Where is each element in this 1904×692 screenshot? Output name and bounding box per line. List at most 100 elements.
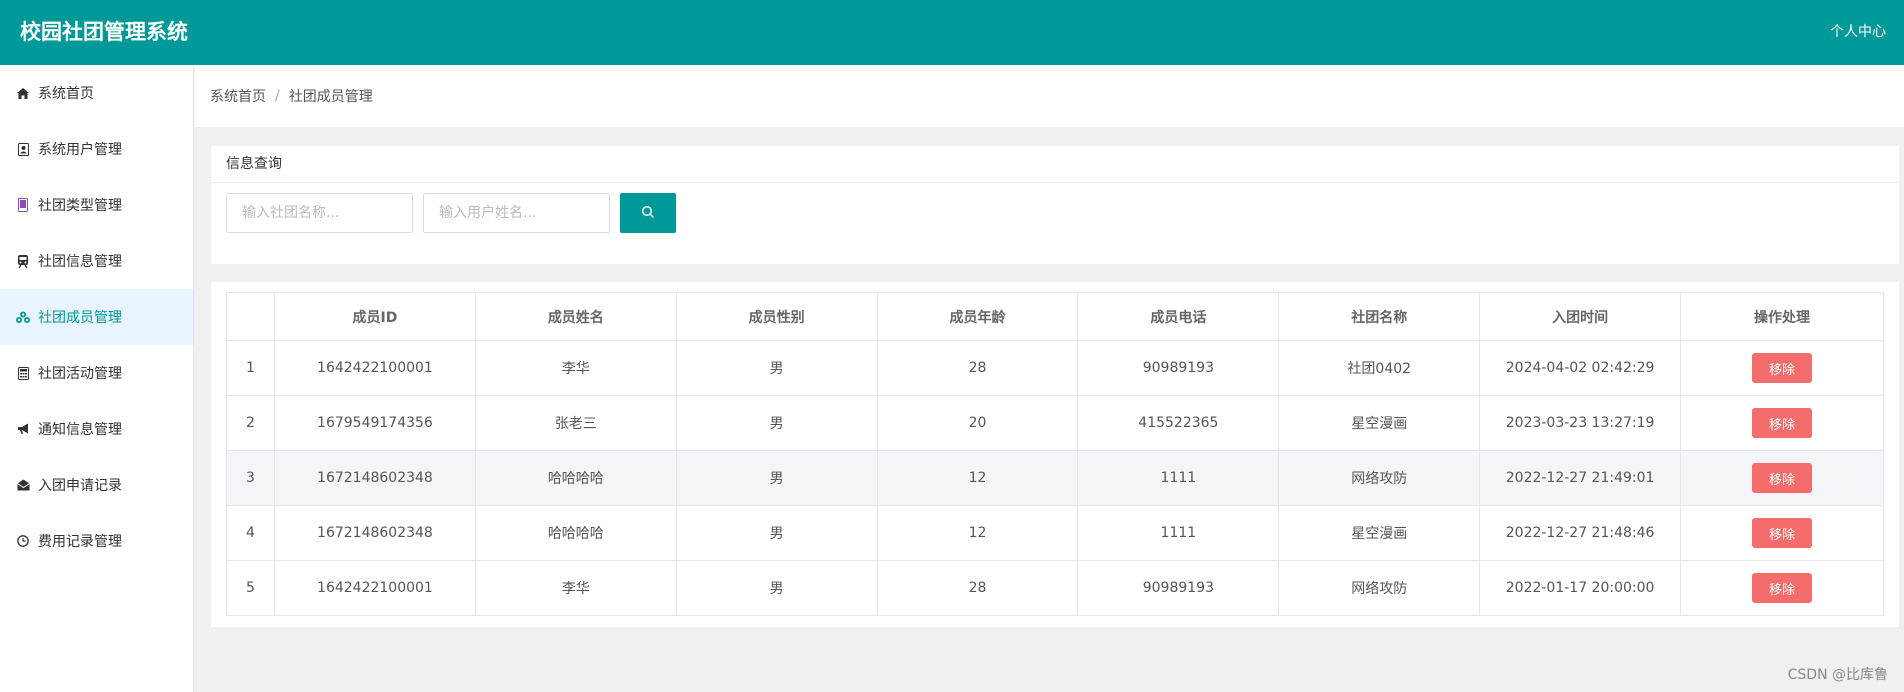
query-title: 信息查询 [211, 146, 1899, 183]
cell-index: 2 [226, 395, 275, 451]
cell-member-name: 李华 [474, 340, 677, 396]
cell-index: 1 [226, 340, 275, 396]
cell-age: 28 [876, 340, 1079, 396]
cell-join-time: 2022-12-27 21:48:46 [1479, 505, 1682, 561]
remove-button[interactable]: 移除 [1752, 353, 1813, 383]
table-row: 1 1642422100001 李华 男 28 90989193 社团0402 … [226, 340, 1884, 396]
remove-button[interactable]: 移除 [1752, 463, 1813, 493]
cell-club-name: 星空漫画 [1278, 395, 1481, 451]
calculator-icon [14, 366, 32, 380]
sidebar-item-label: 系统用户管理 [38, 142, 122, 158]
sidebar-item-users[interactable]: 系统用户管理 [0, 121, 193, 177]
sidebar-item-applications[interactable]: 入团申请记录 [0, 457, 193, 513]
col-header-index [226, 292, 275, 341]
cell-join-time: 2024-04-02 02:42:29 [1479, 340, 1682, 396]
cell-phone: 90989193 [1077, 340, 1280, 396]
top-header: 校园社团管理系统 个人中心 [0, 0, 1904, 65]
col-header-actions: 操作处理 [1680, 292, 1884, 341]
query-form [226, 193, 676, 233]
cell-member-id: 1642422100001 [273, 560, 476, 616]
cell-member-name: 李华 [474, 560, 677, 616]
table-row: 2 1679549174356 张老三 男 20 415522365 星空漫画 … [226, 395, 1884, 451]
home-icon [14, 86, 32, 100]
remove-button[interactable]: 移除 [1752, 518, 1813, 548]
cell-index: 3 [226, 450, 275, 506]
search-button[interactable] [620, 193, 676, 233]
user-center-link[interactable]: 个人中心 [1830, 0, 1886, 65]
sidebar-item-club-info[interactable]: 社团信息管理 [0, 233, 193, 289]
breadcrumb: 系统首页 / 社团成员管理 [195, 65, 1904, 127]
cell-gender: 男 [675, 340, 878, 396]
cell-actions: 移除 [1680, 395, 1884, 451]
envelope-open-icon [14, 478, 32, 492]
cell-actions: 移除 [1680, 340, 1884, 396]
table-row: 4 1672148602348 哈哈哈哈 男 12 1111 星空漫画 2022… [226, 505, 1884, 561]
cell-member-name: 哈哈哈哈 [474, 505, 677, 561]
table-header-row: 成员ID 成员姓名 成员性别 成员年龄 成员电话 社团名称 入团时间 操作处理 [226, 292, 1884, 341]
table-row: 3 1672148602348 哈哈哈哈 男 12 1111 网络攻防 2022… [226, 450, 1884, 506]
cubes-icon [14, 310, 32, 324]
sidebar-item-members[interactable]: 社团成员管理 [0, 289, 193, 345]
cell-club-name: 网络攻防 [1278, 450, 1481, 506]
train-icon [14, 254, 32, 268]
cell-phone: 1111 [1077, 505, 1280, 561]
cell-join-time: 2023-03-23 13:27:19 [1479, 395, 1682, 451]
col-header-gender: 成员性别 [675, 292, 878, 341]
cell-age: 12 [876, 450, 1079, 506]
query-card: 信息查询 [211, 146, 1899, 264]
cell-member-id: 1672148602348 [273, 505, 476, 561]
club-name-input[interactable] [226, 193, 413, 233]
table-card: 成员ID 成员姓名 成员性别 成员年龄 成员电话 社团名称 入团时间 操作处理 … [211, 282, 1899, 627]
sidebar-item-label: 社团活动管理 [38, 366, 122, 382]
col-header-phone: 成员电话 [1077, 292, 1280, 341]
app-title: 校园社团管理系统 [20, 20, 188, 44]
members-table: 成员ID 成员姓名 成员性别 成员年龄 成员电话 社团名称 入团时间 操作处理 … [226, 292, 1884, 616]
cell-phone: 415522365 [1077, 395, 1280, 451]
cell-member-id: 1672148602348 [273, 450, 476, 506]
breadcrumb-home[interactable]: 系统首页 [210, 86, 266, 106]
sidebar-item-label: 社团成员管理 [38, 310, 122, 326]
cell-club-name: 星空漫画 [1278, 505, 1481, 561]
cell-member-name: 张老三 [474, 395, 677, 451]
sidebar-item-label: 社团类型管理 [38, 198, 122, 214]
cell-gender: 男 [675, 450, 878, 506]
remove-button[interactable]: 移除 [1752, 573, 1813, 603]
tablet-icon [14, 198, 32, 212]
sidebar-item-fees[interactable]: 费用记录管理 [0, 513, 193, 569]
sidebar: 系统首页 系统用户管理 社团类型管理 社团信息管理 社团成员管理 社团活动管理 [0, 65, 194, 692]
col-header-member-id: 成员ID [273, 292, 476, 341]
megaphone-icon [14, 422, 32, 436]
cell-actions: 移除 [1680, 450, 1884, 506]
cell-club-name: 网络攻防 [1278, 560, 1481, 616]
sidebar-item-label: 费用记录管理 [38, 534, 122, 550]
sidebar-item-label: 系统首页 [38, 86, 94, 102]
sidebar-item-home[interactable]: 系统首页 [0, 65, 193, 121]
table-row: 5 1642422100001 李华 男 28 90989193 网络攻防 20… [226, 560, 1884, 616]
sidebar-item-activities[interactable]: 社团活动管理 [0, 345, 193, 401]
cell-join-time: 2022-01-17 20:00:00 [1479, 560, 1682, 616]
cell-gender: 男 [675, 505, 878, 561]
cell-member-name: 哈哈哈哈 [474, 450, 677, 506]
col-header-member-name: 成员姓名 [474, 292, 677, 341]
sidebar-item-label: 社团信息管理 [38, 254, 122, 270]
cell-actions: 移除 [1680, 560, 1884, 616]
cell-phone: 1111 [1077, 450, 1280, 506]
cell-member-id: 1642422100001 [273, 340, 476, 396]
sidebar-item-club-types[interactable]: 社团类型管理 [0, 177, 193, 233]
watermark: CSDN @比库鲁 [1787, 667, 1888, 683]
search-icon [641, 205, 655, 222]
user-name-input[interactable] [423, 193, 610, 233]
cell-member-id: 1679549174356 [273, 395, 476, 451]
cell-join-time: 2022-12-27 21:49:01 [1479, 450, 1682, 506]
cell-gender: 男 [675, 560, 878, 616]
cell-actions: 移除 [1680, 505, 1884, 561]
cell-phone: 90989193 [1077, 560, 1280, 616]
cell-gender: 男 [675, 395, 878, 451]
sidebar-item-label: 入团申请记录 [38, 478, 122, 494]
remove-button[interactable]: 移除 [1752, 408, 1813, 438]
sidebar-item-notices[interactable]: 通知信息管理 [0, 401, 193, 457]
cell-club-name: 社团0402 [1278, 340, 1481, 396]
cell-index: 5 [226, 560, 275, 616]
user-card-icon [14, 142, 32, 156]
cell-age: 28 [876, 560, 1079, 616]
